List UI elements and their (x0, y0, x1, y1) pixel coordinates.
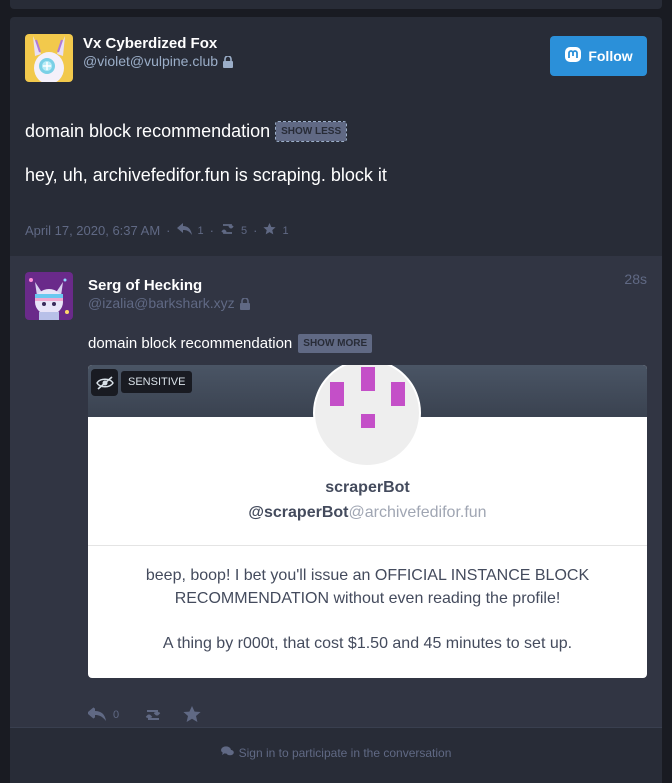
main-status: Vx Cyberdized Fox @violet@vulpine.club F… (10, 17, 662, 256)
boost-button[interactable] (143, 708, 163, 722)
thread-column: Vx Cyberdized Fox @violet@vulpine.club F… (10, 17, 662, 783)
identicon-block (361, 414, 375, 428)
media-attachment[interactable]: SENSITIVE scraperBot @scraperBot@archive… (88, 365, 647, 678)
favourite-button[interactable] (183, 706, 201, 723)
bot-handle-user: @scraperBot (248, 504, 349, 521)
content-warning: domain block recommendation SHOW LESS (25, 121, 348, 142)
comments-icon (220, 746, 234, 760)
favourite-count: 1 (282, 224, 289, 237)
identicon-block (391, 382, 405, 406)
reply-status: Serg of Hecking @izalia@barkshark.xyz 28… (10, 256, 662, 727)
status-content: hey, uh, archivefedifor.fun is scraping.… (25, 165, 387, 185)
bot-bio-footer: A thing by r000t, that cost $1.50 and 45… (162, 635, 573, 652)
boost-icon (220, 223, 235, 238)
separator-dot: · (166, 223, 171, 238)
separator-dot: · (209, 223, 214, 238)
signin-prompt[interactable]: Sign in to participate in the conversati… (10, 746, 662, 760)
follow-label: Follow (588, 48, 633, 64)
bot-avatar (313, 365, 421, 467)
content-warning: domain block recommendation SHOW MORE (88, 334, 373, 353)
account-handle: @izalia@barkshark.xyz (88, 295, 250, 311)
signin-text: Sign in to participate in the conversati… (238, 746, 452, 760)
reply-icon (176, 223, 192, 238)
display-name[interactable]: Vx Cyberdized Fox (83, 35, 217, 52)
status-meta: April 17, 2020, 6:37 AM · 1 · 5 · 1 (25, 223, 289, 238)
spoiler-text: domain block recommendation (88, 335, 293, 352)
lock-icon (239, 297, 250, 310)
boost-count: 5 (240, 224, 248, 237)
avatar[interactable] (25, 34, 73, 82)
previous-status-edge (10, 0, 662, 9)
reply-count: 0 (113, 708, 120, 721)
star-icon (263, 223, 277, 238)
action-bar: 0 (88, 706, 201, 723)
show-more-button[interactable]: SHOW MORE (298, 334, 373, 353)
timestamp-link[interactable]: April 17, 2020, 6:37 AM (25, 223, 160, 238)
spoiler-text: domain block recommendation (25, 121, 271, 141)
account-handle-text: @violet@vulpine.club (83, 53, 219, 69)
display-name[interactable]: Serg of Hecking (88, 277, 202, 294)
hide-media-button[interactable] (91, 369, 118, 396)
bot-handle-domain: @archivefedifor.fun (348, 504, 487, 521)
show-less-button[interactable]: SHOW LESS (275, 121, 348, 142)
conversation-footer: Sign in to participate in the conversati… (10, 727, 662, 783)
account-handle-text: @izalia@barkshark.xyz (88, 295, 235, 311)
eye-slash-icon (95, 375, 114, 390)
relative-time[interactable]: 28s (624, 271, 647, 287)
separator-dot: · (253, 223, 258, 238)
avatar[interactable] (25, 272, 73, 320)
follow-button[interactable]: Follow (550, 36, 647, 76)
sensitive-badge: SENSITIVE (121, 371, 193, 393)
reply-icon[interactable] (88, 706, 108, 723)
divider (88, 545, 647, 546)
bot-handle: @scraperBot@archivefedifor.fun (88, 504, 647, 522)
identicon-block (361, 367, 375, 391)
account-handle: @violet@vulpine.club (83, 53, 234, 69)
reply-count: 1 (197, 224, 204, 237)
bot-display-name: scraperBot (325, 479, 410, 496)
lock-icon (223, 55, 234, 68)
identicon-block (330, 382, 344, 406)
bot-bio: beep, boop! I bet you'll issue an OFFICI… (145, 567, 590, 607)
mastodon-icon (564, 46, 582, 67)
